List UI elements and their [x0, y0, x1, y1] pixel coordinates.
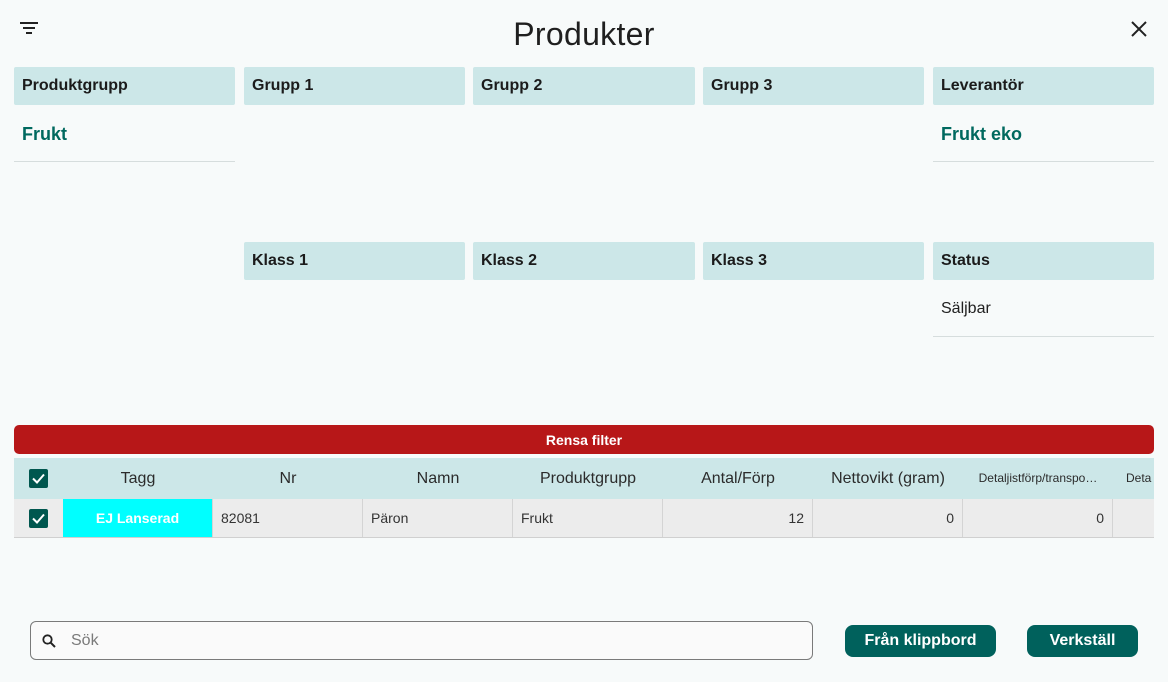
filter-header-grupp3: Grupp 3: [703, 67, 924, 105]
search-icon: [42, 633, 56, 648]
search-box: [30, 621, 813, 660]
column-header-detaljist[interactable]: Detaljistförp/transpo…: [963, 458, 1113, 499]
page-title: Produkter: [513, 16, 655, 52]
check-icon: [32, 513, 45, 524]
filter-value-produktgrupp[interactable]: Frukt: [14, 114, 235, 162]
column-header-namn[interactable]: Namn: [363, 458, 513, 499]
cell-deta: [1113, 499, 1154, 537]
column-header-nettovikt[interactable]: Nettovikt (gram): [813, 458, 963, 499]
cell-namn: Päron: [363, 499, 513, 537]
product-table: Tagg Nr Namn Produktgrupp Antal/Förp Net…: [14, 458, 1154, 539]
cell-detaljist: 0: [963, 499, 1113, 537]
filter-value-status[interactable]: Säljbar: [933, 289, 1154, 337]
cell-produktgrupp: Frukt: [513, 499, 663, 537]
row-select-cell: [14, 499, 63, 537]
column-header-deta[interactable]: Deta: [1113, 458, 1154, 499]
filter-header-grupp1: Grupp 1: [244, 67, 465, 105]
column-header-nr[interactable]: Nr: [213, 458, 363, 499]
cell-antal: 12: [663, 499, 813, 537]
check-icon: [32, 473, 45, 484]
select-all-cell: [14, 458, 63, 499]
filter-header-produktgrupp: Produktgrupp: [14, 67, 235, 105]
table-row[interactable]: EJ Lanserad 82081 Päron Frukt 12 0 0: [14, 499, 1154, 538]
cell-nr: 82081: [213, 499, 363, 537]
apply-button[interactable]: Verkställ: [1027, 625, 1138, 657]
table-header-row: Tagg Nr Namn Produktgrupp Antal/Förp Net…: [14, 458, 1154, 499]
column-header-tagg[interactable]: Tagg: [63, 458, 213, 499]
search-input[interactable]: [71, 631, 771, 650]
filter-header-grupp2: Grupp 2: [473, 67, 695, 105]
filter-value-leverantor[interactable]: Frukt eko: [933, 114, 1154, 162]
row-checkbox[interactable]: [29, 508, 48, 528]
filter-header-status: Status: [933, 242, 1154, 280]
filter-header-klass3: Klass 3: [703, 242, 924, 280]
column-header-produktgrupp[interactable]: Produktgrupp: [513, 458, 663, 499]
cell-nettovikt: 0: [813, 499, 963, 537]
select-all-checkbox[interactable]: [29, 469, 48, 488]
filter-header-klass2: Klass 2: [473, 242, 695, 280]
tag-badge: EJ Lanserad: [63, 499, 213, 537]
column-header-antal[interactable]: Antal/Förp: [663, 458, 813, 499]
close-icon[interactable]: [1128, 18, 1150, 40]
filter-header-klass1: Klass 1: [244, 242, 465, 280]
from-clipboard-button[interactable]: Från klippbord: [845, 625, 996, 657]
filter-header-leverantor: Leverantör: [933, 67, 1154, 105]
clear-filter-button[interactable]: Rensa filter: [14, 425, 1154, 454]
